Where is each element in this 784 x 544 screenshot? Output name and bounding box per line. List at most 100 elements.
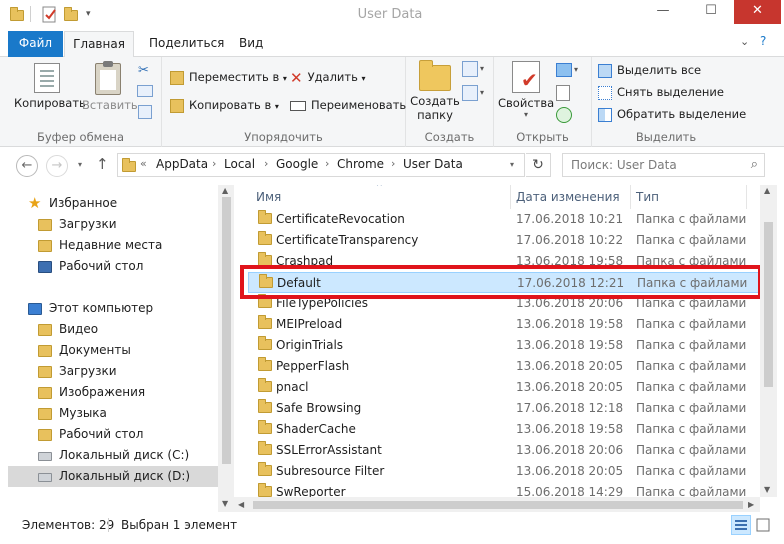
select-all-button[interactable]: Выделить все <box>598 60 701 80</box>
scroll-left-icon[interactable]: ◀ <box>238 500 244 509</box>
rename-icon <box>290 100 306 111</box>
paste-button[interactable]: Вставить <box>82 61 138 112</box>
folder-icon <box>258 378 272 392</box>
breadcrumb-overflow[interactable]: « <box>140 157 147 170</box>
large-icons-view-button[interactable] <box>753 515 773 535</box>
search-icon: ⌕ <box>750 157 758 172</box>
scrollbar-thumb[interactable] <box>253 501 743 509</box>
new-folder-button[interactable]: Создать папку <box>408 59 462 122</box>
column-header-name[interactable]: Имя <box>256 185 281 209</box>
nav-item-label: Загрузки <box>59 364 117 378</box>
folder-icon <box>258 483 272 497</box>
select-none-button[interactable]: Снять выделение <box>598 82 724 102</box>
table-row[interactable]: MEIPreload 13.06.2018 19:58 Папка с файлам… <box>248 314 760 335</box>
table-row[interactable]: OriginTrials 13.06.2018 19:58 Папка с файл… <box>248 335 760 356</box>
refresh-button[interactable]: ↻ <box>526 153 551 177</box>
tab-share[interactable]: Поделиться <box>137 31 236 57</box>
nav-item-drive-d[interactable]: Локальный диск (D:) <box>8 466 218 487</box>
easy-access-icon[interactable] <box>462 85 478 101</box>
breadcrumb-appdata[interactable]: AppData <box>156 157 208 171</box>
scroll-right-icon[interactable]: ▶ <box>748 500 754 509</box>
nav-item-recent-places[interactable]: Недавние места <box>8 235 218 256</box>
file-type: Папка с файлами <box>636 380 747 394</box>
breadcrumb-google[interactable]: Google <box>276 157 318 171</box>
file-list-vertical-scrollbar[interactable]: ▲ ▼ <box>760 185 777 497</box>
tab-view[interactable]: Вид <box>227 31 275 57</box>
navigation-pane-scrollbar[interactable]: ▲ ▼ <box>218 185 234 512</box>
invert-selection-button[interactable]: Обратить выделение <box>598 104 746 124</box>
breadcrumb-local[interactable]: Local <box>224 157 255 171</box>
nav-item-this-pc[interactable]: Этот компьютер <box>8 298 218 319</box>
delete-button[interactable]: ✕ Удалить ▾ <box>290 67 366 87</box>
nav-item-downloads[interactable]: Загрузки <box>8 214 218 235</box>
rename-button[interactable]: Переименовать <box>290 95 406 115</box>
nav-item-favorites[interactable]: ★ Избранное <box>8 193 218 214</box>
nav-item-pictures[interactable]: Изображения <box>8 382 218 403</box>
table-row-selected[interactable]: Default 17.06.2018 12:21 Папка с файлами <box>248 272 760 293</box>
scrollbar-thumb[interactable] <box>764 222 773 387</box>
scroll-up-icon[interactable]: ▲ <box>764 186 770 195</box>
breadcrumb-chrome[interactable]: Chrome <box>337 157 384 171</box>
back-button[interactable]: ← <box>16 155 38 177</box>
edit-icon[interactable] <box>556 85 570 101</box>
new-item-icon[interactable] <box>462 61 478 77</box>
customize-quick-access-icon[interactable]: ▾ <box>86 9 91 29</box>
column-header-date[interactable]: Дата изменения <box>516 185 620 209</box>
column-divider[interactable] <box>630 185 631 209</box>
tab-home[interactable]: Главная <box>64 31 134 58</box>
nav-item-videos[interactable]: Видео <box>8 319 218 340</box>
chevron-down-icon[interactable]: ⌄ <box>740 35 749 48</box>
scroll-down-icon[interactable]: ▼ <box>764 485 770 494</box>
nav-item-desktop-pc[interactable]: Рабочий стол <box>8 424 218 445</box>
table-row[interactable]: ShaderCache 13.06.2018 19:58 Папка с файла… <box>248 419 760 440</box>
cut-icon[interactable]: ✂ <box>138 63 149 78</box>
properties-button[interactable]: Свойства ▾ <box>498 61 554 119</box>
table-row[interactable]: SSLErrorAssistant 13.06.2018 20:06 Папка с… <box>248 440 760 461</box>
column-divider[interactable] <box>510 185 511 209</box>
table-row[interactable]: Crashpad 13.06.2018 19:58 Папка с файлами <box>248 251 760 272</box>
nav-item-desktop[interactable]: Рабочий стол <box>8 256 218 277</box>
minimize-button[interactable]: — <box>640 0 686 24</box>
nav-item-label: Этот компьютер <box>49 301 154 315</box>
search-input[interactable]: Поиск: User Data ⌕ <box>562 153 765 177</box>
close-button[interactable]: ✕ <box>734 0 781 24</box>
table-row[interactable]: pnacl 13.06.2018 20:05 Папка с файлами <box>248 377 760 398</box>
breadcrumb-user-data[interactable]: User Data <box>403 157 463 171</box>
breadcrumb-separator: › <box>391 157 396 170</box>
recent-locations-icon[interactable]: ▾ <box>78 160 82 169</box>
history-icon[interactable] <box>556 107 572 123</box>
scroll-up-icon[interactable]: ▲ <box>222 186 228 195</box>
open-icon[interactable] <box>556 63 572 77</box>
table-row[interactable]: CertificateTransparency 17.06.2018 10:22 П… <box>248 230 760 251</box>
copy-to-button[interactable]: Копировать в ▾ <box>170 95 279 115</box>
maximize-button[interactable]: ☐ <box>688 0 734 24</box>
nav-item-documents[interactable]: Документы <box>8 340 218 361</box>
details-view-button[interactable] <box>731 515 751 535</box>
column-divider[interactable] <box>746 185 747 209</box>
address-bar[interactable]: « AppData › Local › Google › Chrome › Us… <box>117 153 525 177</box>
up-button[interactable]: ↑ <box>96 155 109 173</box>
chevron-down-icon[interactable]: ▾ <box>510 160 514 169</box>
help-icon[interactable]: ? <box>760 34 766 48</box>
column-header-type[interactable]: Тип <box>636 185 659 209</box>
table-row[interactable]: FileTypePolicies 13.06.2018 20:06 Папка с … <box>248 293 760 314</box>
paste-shortcut-icon[interactable] <box>138 105 152 119</box>
properties-quick-icon[interactable] <box>42 6 58 26</box>
nav-item-downloads-pc[interactable]: Загрузки <box>8 361 218 382</box>
table-row[interactable]: CertificateRevocation 17.06.2018 10:21 Пап… <box>248 209 760 230</box>
forward-button[interactable]: → <box>46 155 68 177</box>
table-row[interactable]: Subresource Filter 13.06.2018 20:05 Папка … <box>248 461 760 482</box>
table-row[interactable]: Safe Browsing 17.06.2018 12:18 Папка с фай… <box>248 398 760 419</box>
table-row[interactable]: SwReporter 15.06.2018 14:29 Папка с файлам… <box>248 482 760 497</box>
copy-button[interactable]: Копировать <box>14 63 86 110</box>
nav-item-music[interactable]: Музыка <box>8 403 218 424</box>
scrollbar-thumb[interactable] <box>222 197 231 464</box>
tab-file[interactable]: Файл <box>8 31 63 57</box>
scroll-down-icon[interactable]: ▼ <box>222 499 228 508</box>
copy-to-icon <box>170 98 184 113</box>
move-to-button[interactable]: Переместить в ▾ <box>170 67 287 87</box>
file-list-horizontal-scrollbar[interactable]: ◀ ▶ <box>234 497 760 512</box>
copy-path-icon[interactable] <box>137 85 153 97</box>
nav-item-drive-c[interactable]: Локальный диск (C:) <box>8 445 218 466</box>
table-row[interactable]: PepperFlash 13.06.2018 20:05 Папка с файла… <box>248 356 760 377</box>
